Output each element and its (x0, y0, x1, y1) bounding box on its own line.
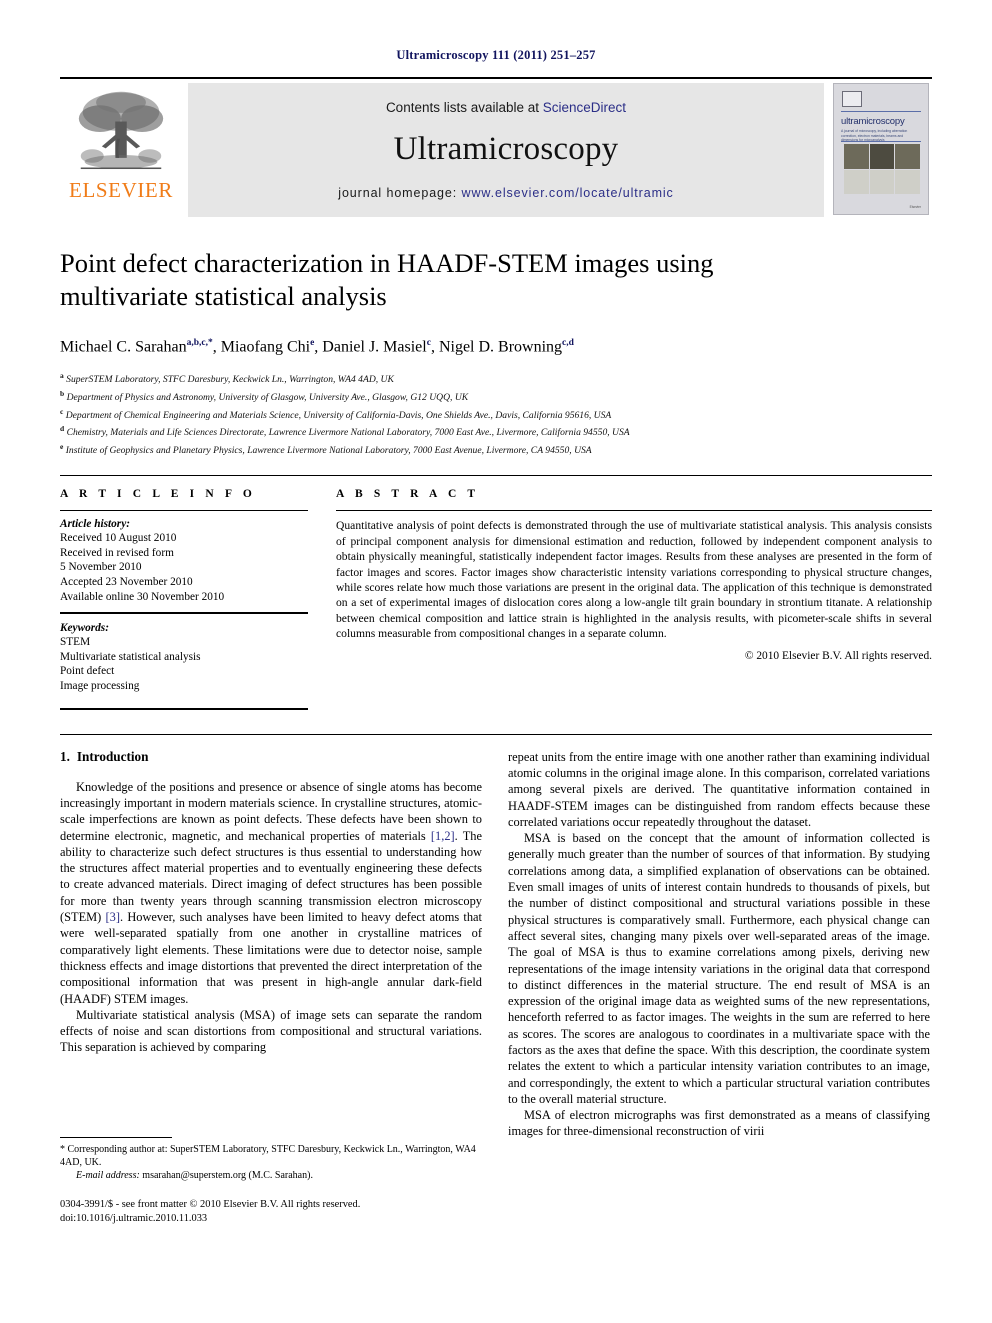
keyword-item[interactable]: Multivariate statistical analysis (60, 650, 308, 665)
cover-rule-top (841, 111, 921, 112)
cover-grid-cell (844, 144, 869, 169)
article-history-heading: Article history: (60, 518, 130, 531)
footnotes: * Corresponding author at: SuperSTEM Lab… (60, 1137, 482, 1225)
cover-grid-cell (869, 144, 895, 169)
footnote-rule (60, 1137, 172, 1139)
affiliation-list: a SuperSTEM Laboratory, STFC Daresbury, … (60, 369, 932, 457)
author-affiliation-mark: a,b,c,* (186, 338, 213, 348)
body-paragraph: Multivariate statistical analysis (MSA) … (60, 1007, 482, 1055)
affiliation-item: e Institute of Geophysics and Planetary … (60, 441, 592, 456)
info-abstract-section: A R T I C L E I N F O Article history: R… (60, 475, 932, 717)
affiliation-mark: a (60, 371, 64, 381)
author-name: Michael C. Sarahan (60, 338, 187, 356)
journal-masthead: ELSEVIER Contents lists available at Sci… (60, 77, 932, 217)
email-note: E-mail address: msarahan@superstem.org (… (60, 1169, 482, 1182)
citation-link[interactable]: [3] (106, 910, 120, 924)
journal-banner: Contents lists available at ScienceDirec… (188, 83, 824, 217)
sciencedirect-link[interactable]: ScienceDirect (543, 100, 626, 115)
keywords-list: STEM Multivariate statistical analysis Poi… (60, 635, 308, 693)
divider (60, 612, 308, 615)
body-columns: 1. Introduction Knowledge of the position… (60, 733, 932, 1226)
author-list: Michael C. Sarahana,b,c,*, Miaofang Chie… (60, 338, 574, 356)
body-paragraph: MSA is based on the concept that the amo… (508, 831, 930, 1106)
author-affiliation-mark: c,d (562, 338, 574, 348)
affiliation-mark: d (60, 424, 65, 434)
keywords-heading: Keywords: (60, 622, 109, 635)
affiliation-item: d Chemistry, Materials and Life Sciences… (60, 424, 630, 439)
body-column-left: 1. Introduction Knowledge of the position… (60, 749, 482, 1226)
journal-title: Ultramicroscopy (393, 131, 619, 167)
cover-grid-cell (844, 169, 869, 194)
affiliation-item: b Department of Physics and Astronomy, U… (60, 388, 469, 404)
contents-available-line: Contents lists available at ScienceDirec… (386, 100, 626, 115)
divider (336, 510, 932, 512)
journal-cover-cell: ultramicroscopy A journal of microscopy,… (830, 83, 932, 217)
cover-grid-cell (869, 169, 895, 194)
cover-publisher-mark (842, 91, 862, 107)
divider (60, 707, 308, 710)
article-page: Ultramicroscopy 111 (2011) 251–257 ELSEV… (0, 0, 992, 1323)
author-name: Daniel J. Masiel (322, 338, 427, 356)
doi-line[interactable]: doi:10.1016/j.ultramic.2010.11.033 (60, 1212, 482, 1226)
affiliation-mark: b (60, 388, 65, 398)
cover-journal-title: ultramicroscopy (841, 116, 905, 127)
elsevier-tree-icon (78, 91, 164, 170)
body-paragraph: MSA of electron micrographs was first de… (508, 1108, 930, 1139)
issn-line: 0304-3991/$ - see front matter © 2010 El… (60, 1199, 361, 1211)
author-affiliation-mark: c (426, 338, 431, 348)
keyword-item[interactable]: Image processing (60, 679, 308, 694)
author-name: Miaofang Chi (220, 338, 311, 356)
keyword-item[interactable]: STEM (60, 635, 308, 650)
left-column-text: Knowledge of the positions and presence … (60, 779, 482, 1056)
body-column-right: repeat units from the entire image with … (508, 749, 930, 1226)
section-number: 1. (60, 748, 70, 764)
article-info-column: A R T I C L E I N F O Article history: R… (60, 488, 308, 717)
keyword-item[interactable]: Point defect (60, 664, 308, 679)
article-history-item: Accepted 23 November 2010 (60, 576, 193, 589)
cover-rule-mid (841, 141, 921, 142)
email-label: E-mail address: (76, 1170, 140, 1182)
right-column-text: repeat units from the entire image with … (508, 749, 930, 1140)
homepage-prefix: journal homepage: (338, 186, 462, 200)
running-head: Ultramicroscopy 111 (2011) 251–257 (396, 48, 596, 62)
affiliation-mark: e (60, 441, 64, 451)
homepage-link[interactable]: www.elsevier.com/locate/ultramic (462, 186, 674, 200)
journal-cover-thumbnail: ultramicroscopy A journal of microscopy,… (833, 83, 929, 215)
article-info-heading: A R T I C L E I N F O (60, 488, 256, 501)
author-name: Nigel D. Browning (438, 338, 563, 356)
citation-link[interactable]: [1,2] (431, 829, 455, 843)
divider (60, 510, 308, 512)
journal-homepage-line: journal homepage: www.elsevier.com/locat… (338, 186, 673, 200)
corresponding-author-note: * Corresponding author at: SuperSTEM Lab… (60, 1144, 476, 1169)
elsevier-wordmark: ELSEVIER (69, 178, 173, 202)
author-affiliation-mark: e (310, 338, 315, 348)
elsevier-logo: ELSEVIER (60, 83, 182, 217)
abstract-heading: A B S T R A C T (336, 488, 480, 501)
abstract-copyright: © 2010 Elsevier B.V. All rights reserved… (744, 649, 932, 662)
affiliation-item: a SuperSTEM Laboratory, STFC Daresbury, … (60, 371, 394, 386)
article-history-item: Available online 30 November 2010 (60, 590, 225, 603)
body-paragraph: Knowledge of the positions and presence … (60, 779, 482, 1006)
article-history-item: 5 November 2010 (60, 561, 142, 574)
cover-grid-cell (895, 144, 920, 169)
body-paragraph: repeat units from the entire image with … (508, 749, 930, 829)
section-title: Introduction (76, 748, 149, 764)
affiliation-item: c Department of Chemical Engineering and… (60, 406, 612, 421)
abstract-column: A B S T R A C T Quantitative analysis of… (308, 488, 932, 717)
article-history-item: Received 10 August 2010 (60, 532, 177, 545)
article-history-list: Received 10 August 2010 Received in revis… (60, 531, 308, 604)
page-title: Point defect characterization in HAADF-S… (60, 248, 714, 311)
cover-publisher-footer: Elsevier (909, 205, 921, 209)
section-heading-introduction: 1. Introduction (60, 749, 482, 765)
email-address[interactable]: msarahan@superstem.org (M.C. Sarahan). (142, 1170, 313, 1181)
abstract-text: Quantitative analysis of point defects i… (336, 519, 932, 641)
cover-image-grid (844, 144, 920, 194)
cover-grid-cell (895, 169, 920, 194)
contents-prefix: Contents lists available at (385, 100, 543, 115)
issn-doi-block: 0304-3991/$ - see front matter © 2010 El… (60, 1198, 482, 1225)
title-block: Point defect characterization in HAADF-S… (60, 217, 932, 457)
article-history-item: Received in revised form (60, 546, 174, 559)
affiliation-mark: c (60, 406, 64, 416)
